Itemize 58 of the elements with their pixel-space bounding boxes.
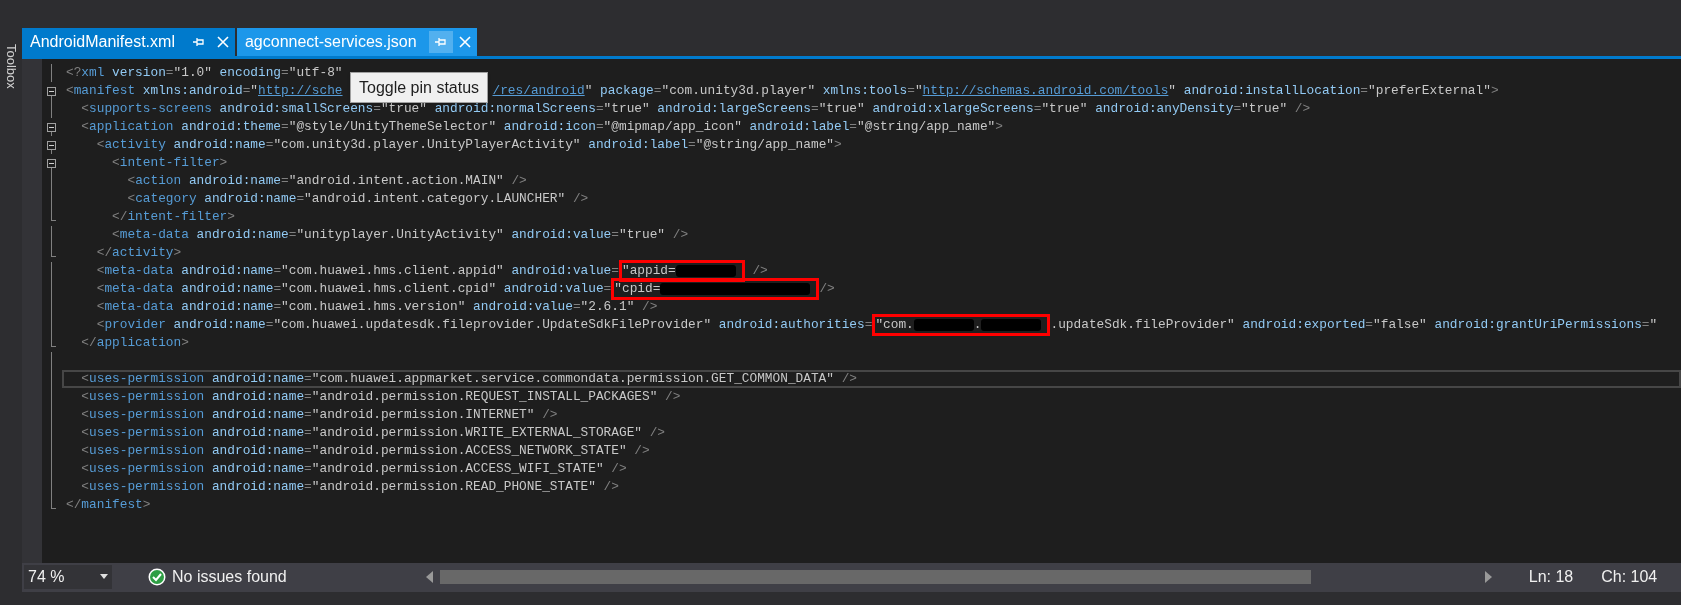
collapse-icon[interactable] [47, 141, 56, 150]
code-line: <intent-filter> [111, 154, 229, 172]
tooltip: Toggle pin status [350, 72, 489, 103]
code-line: <uses-permission android:name="android.permission.READ_PHONE_STATE" /> [80, 478, 620, 496]
collapse-icon[interactable] [47, 87, 56, 96]
code-text: /res/android" package="com.unity3d.player" xmlns:tools="http://schemas.android.com/tools" android:installLocation="preferExternal"> [492, 82, 1499, 101]
code-line: <uses-permission android:name="android.permission.INTERNET" /> [80, 406, 559, 424]
code-text: /> [751, 262, 768, 281]
code-line: </intent-filter> [111, 208, 236, 226]
line-number-status: Ln: 18 [1528, 566, 1574, 587]
side-panel-tab[interactable]: Toolbox [1, 44, 21, 89]
editor-tab[interactable]: AndroidManifest.xml [22, 28, 235, 56]
close-icon[interactable] [216, 36, 229, 48]
code-line: <activity android:name="com.unity3d.player.UnityPlayerActivity" android:label="@string/app_name"> [95, 136, 843, 154]
block-end-tick [51, 508, 56, 509]
scrollbar-thumb[interactable] [439, 569, 1311, 584]
collapse-icon[interactable] [47, 159, 56, 168]
code-line: <supports-screens android:smallScreens="true" android:normalScreens="true" android:largeScreens="true" android:xlargeScreens="true" android:anyDensity="true" /> [80, 100, 1312, 118]
code-text: .updateSdk.fileProvider" android:exported="false" android:grantUriPermissions=" [1050, 316, 1658, 335]
close-icon[interactable] [458, 36, 471, 48]
code-line: </application> [80, 334, 190, 352]
block-end-tick [51, 346, 56, 347]
code-text: <meta-data android:name="com.huawei.hms.client.cpid" android:value= [95, 280, 612, 299]
zoom-dropdown[interactable]: 74 % [24, 564, 112, 589]
code-text: <manifest xmlns:android="http://sche [66, 82, 343, 101]
pin-icon[interactable] [428, 31, 453, 53]
code-line: <uses-permission android:name="android.permission.REQUEST_INSTALL_PACKAGES" /> [80, 388, 682, 406]
code-line: <?xml version="1.0" encoding="utf-8" [65, 64, 344, 82]
redaction-mark [913, 319, 974, 331]
code-text: "cpid= [614, 280, 661, 299]
code-line: <meta-data android:name="unityplayer.UnityActivity" android:value="true" /> [111, 226, 690, 244]
code-line: </manifest> [65, 496, 152, 514]
code-line: <meta-data android:name="com.huawei.hms.version" android:value="2.6.1" /> [95, 298, 659, 316]
code-text: <provider android:name="com.huawei.updatesdk.fileprovider.UpdateSdkFileProvider" android:authorities= [95, 316, 873, 335]
check-icon [148, 567, 166, 586]
code-text: "com. [875, 316, 914, 335]
code-line: <category android:name="android.intent.category.LAUNCHER" /> [126, 190, 590, 208]
redaction-mark [675, 265, 736, 277]
code-line: <application android:theme="@style/UnityThemeSelector" android:icon="@mipmap/app_icon" android:label="@string/app_name"> [80, 118, 1004, 136]
scroll-left-icon[interactable] [424, 570, 435, 583]
code-text: <meta-data android:name="com.huawei.hms.client.appid" android:value= [95, 262, 619, 281]
code-editor[interactable] [42, 59, 1681, 563]
issues-status[interactable]: No issues found [172, 564, 287, 589]
code-line: <uses-permission android:name="android.permission.WRITE_EXTERNAL_STORAGE" /> [80, 424, 667, 442]
code-line: <uses-permission android:name="android.permission.ACCESS_NETWORK_STATE" /> [80, 442, 651, 460]
code-line: <action android:name="android.intent.action.MAIN" /> [126, 172, 528, 190]
code-text: . [973, 316, 982, 335]
scroll-right-icon[interactable] [1482, 570, 1493, 583]
column-number-status: Ch: 104 [1601, 566, 1658, 587]
code-text: /> [819, 280, 835, 299]
block-end-tick [51, 220, 56, 221]
code-line: <uses-permission android:name="android.permission.ACCESS_WIFI_STATE" /> [80, 460, 628, 478]
collapse-icon[interactable] [47, 123, 56, 132]
redaction-mark [981, 319, 1042, 331]
caret-icon [100, 574, 108, 579]
block-end-tick [51, 256, 56, 257]
code-text: "appid= [621, 262, 676, 281]
code-line: </activity> [95, 244, 183, 262]
